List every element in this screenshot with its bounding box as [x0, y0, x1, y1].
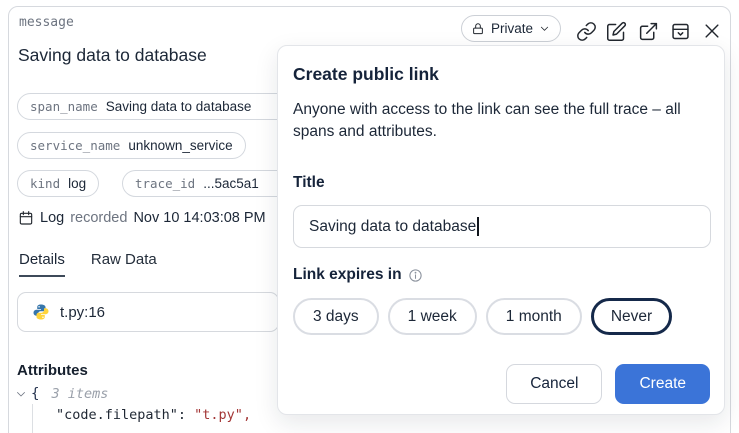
text-caret	[477, 217, 479, 236]
json-tree-root: { 3 items	[15, 386, 108, 402]
edit-button[interactable]	[603, 18, 629, 44]
context-label: message	[19, 15, 74, 30]
source-location-chip[interactable]: t.py:16	[17, 292, 279, 332]
recorded-timestamp-row: Log recorded Nov 10 14:03:08 PM	[18, 210, 266, 226]
recorded-time: Nov 10 14:03:08 PM	[133, 210, 265, 226]
json-items-count: 3 items	[51, 386, 108, 402]
create-public-link-popover: Create public link Anyone with access to…	[277, 45, 725, 415]
edit-icon	[606, 21, 627, 42]
copy-link-icon	[576, 21, 597, 42]
expiry-option-1-month[interactable]: 1 month	[486, 298, 582, 335]
attributes-heading: Attributes	[17, 362, 88, 379]
chip-service-name[interactable]: service_name unknown_service	[17, 132, 246, 159]
expiry-option-1-week[interactable]: 1 week	[388, 298, 477, 335]
json-entry-key: "code.filepath":	[56, 407, 194, 423]
expires-label: Link expires in	[293, 266, 402, 284]
json-entry-row: "code.filepath": "t.py",	[56, 407, 251, 423]
tree-indent-guide	[32, 404, 33, 433]
dock-box-icon	[670, 21, 691, 42]
privacy-label: Private	[491, 21, 533, 36]
recorded-verb: recorded	[70, 210, 127, 226]
close-button[interactable]	[699, 18, 725, 44]
title-input-value: Saving data to database	[309, 218, 476, 236]
lock-icon	[471, 22, 485, 36]
title-input[interactable]: Saving data to database	[293, 205, 711, 248]
chip-key: trace_id	[135, 176, 195, 191]
chip-trace-id[interactable]: trace_id ...5ac5a1	[122, 170, 300, 197]
expiry-option-never[interactable]: Never	[591, 298, 672, 335]
detail-tabs: Details Raw Data	[19, 251, 157, 277]
open-in-new-button[interactable]	[635, 18, 661, 44]
screenshot-frame: message Private Saving data to database …	[0, 0, 739, 433]
chip-value: ...5ac5a1	[203, 176, 259, 191]
chip-value: unknown_service	[128, 138, 232, 153]
popover-actions: Cancel Create	[506, 364, 710, 404]
expiry-option-3-days[interactable]: 3 days	[293, 298, 379, 335]
title-field-label: Title	[293, 174, 325, 192]
copy-link-button[interactable]	[573, 18, 599, 44]
calendar-icon	[18, 210, 34, 226]
privacy-dropdown-button[interactable]: Private	[461, 15, 561, 42]
expiry-options: 3 days 1 week 1 month Never	[293, 298, 672, 335]
python-icon	[32, 303, 50, 321]
popover-description: Anyone with access to the link can see t…	[293, 99, 717, 143]
chip-key: service_name	[30, 138, 120, 153]
expires-label-row: Link expires in	[293, 266, 423, 284]
chip-value: Saving data to database	[106, 99, 252, 114]
cancel-button[interactable]: Cancel	[506, 364, 602, 404]
dock-box-button[interactable]	[667, 18, 693, 44]
chevron-down-icon	[539, 23, 550, 34]
chip-value: log	[68, 176, 86, 191]
page-title: Saving data to database	[18, 45, 207, 66]
tab-raw-data[interactable]: Raw Data	[91, 251, 157, 277]
open-in-new-icon	[638, 21, 659, 42]
recorded-level: Log	[40, 210, 64, 226]
chip-key: span_name	[30, 99, 98, 114]
json-root-brace: {	[31, 386, 39, 402]
close-icon	[702, 21, 722, 41]
chip-key: kind	[30, 176, 60, 191]
popover-title: Create public link	[293, 64, 439, 85]
info-icon[interactable]	[408, 268, 423, 283]
source-location: t.py:16	[60, 304, 105, 321]
json-entry-value: "t.py",	[194, 407, 251, 423]
chip-span-name[interactable]: span_name Saving data to database	[17, 93, 299, 120]
chip-kind[interactable]: kind log	[17, 170, 99, 197]
create-button[interactable]: Create	[615, 364, 710, 404]
tab-details[interactable]: Details	[19, 251, 65, 277]
collapse-chevron-icon[interactable]	[15, 388, 27, 400]
